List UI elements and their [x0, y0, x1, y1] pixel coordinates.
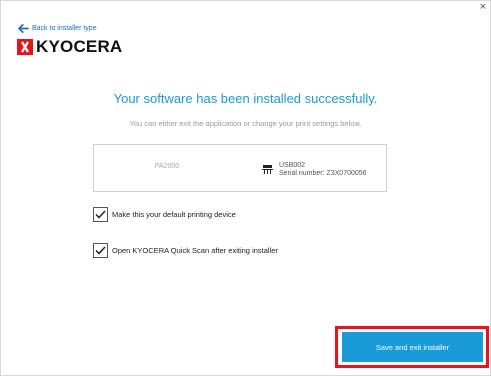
usb-port-icon — [262, 165, 273, 174]
default-printer-label: Make this your default printing device — [112, 210, 236, 219]
default-printer-checkbox[interactable] — [93, 207, 108, 222]
kyocera-logo-icon — [17, 38, 33, 55]
back-to-installer-type-link[interactable]: Back to installer type — [18, 24, 97, 33]
device-serial: Serial number: Z3X0700056 — [279, 170, 367, 177]
close-icon: × — [479, 1, 486, 13]
device-port: USB002 — [279, 162, 306, 169]
checkmark-icon — [95, 210, 106, 219]
save-and-exit-button[interactable]: Save and exit installer — [342, 332, 483, 362]
back-link-label: Back to installer type — [32, 25, 97, 32]
arrow-left-icon — [18, 24, 29, 33]
success-subheading: You can either exit the application or c… — [129, 119, 362, 128]
quick-scan-checkbox[interactable] — [93, 243, 108, 258]
quick-scan-option[interactable]: Open KYOCERA Quick Scan after exiting in… — [93, 243, 278, 258]
success-heading: Your software has been installed success… — [113, 91, 378, 106]
device-card: PA2000 USB002 Serial number: Z3X0700056 — [93, 144, 387, 192]
kyocera-logo: KYOCERA — [17, 38, 122, 55]
default-printer-option[interactable]: Make this your default printing device — [93, 207, 236, 222]
quick-scan-label: Open KYOCERA Quick Scan after exiting in… — [112, 246, 278, 255]
close-button[interactable]: × — [480, 2, 486, 13]
checkmark-icon — [95, 246, 106, 255]
device-model: PA2000 — [154, 163, 180, 170]
brand-name: KYOCERA — [36, 37, 123, 56]
